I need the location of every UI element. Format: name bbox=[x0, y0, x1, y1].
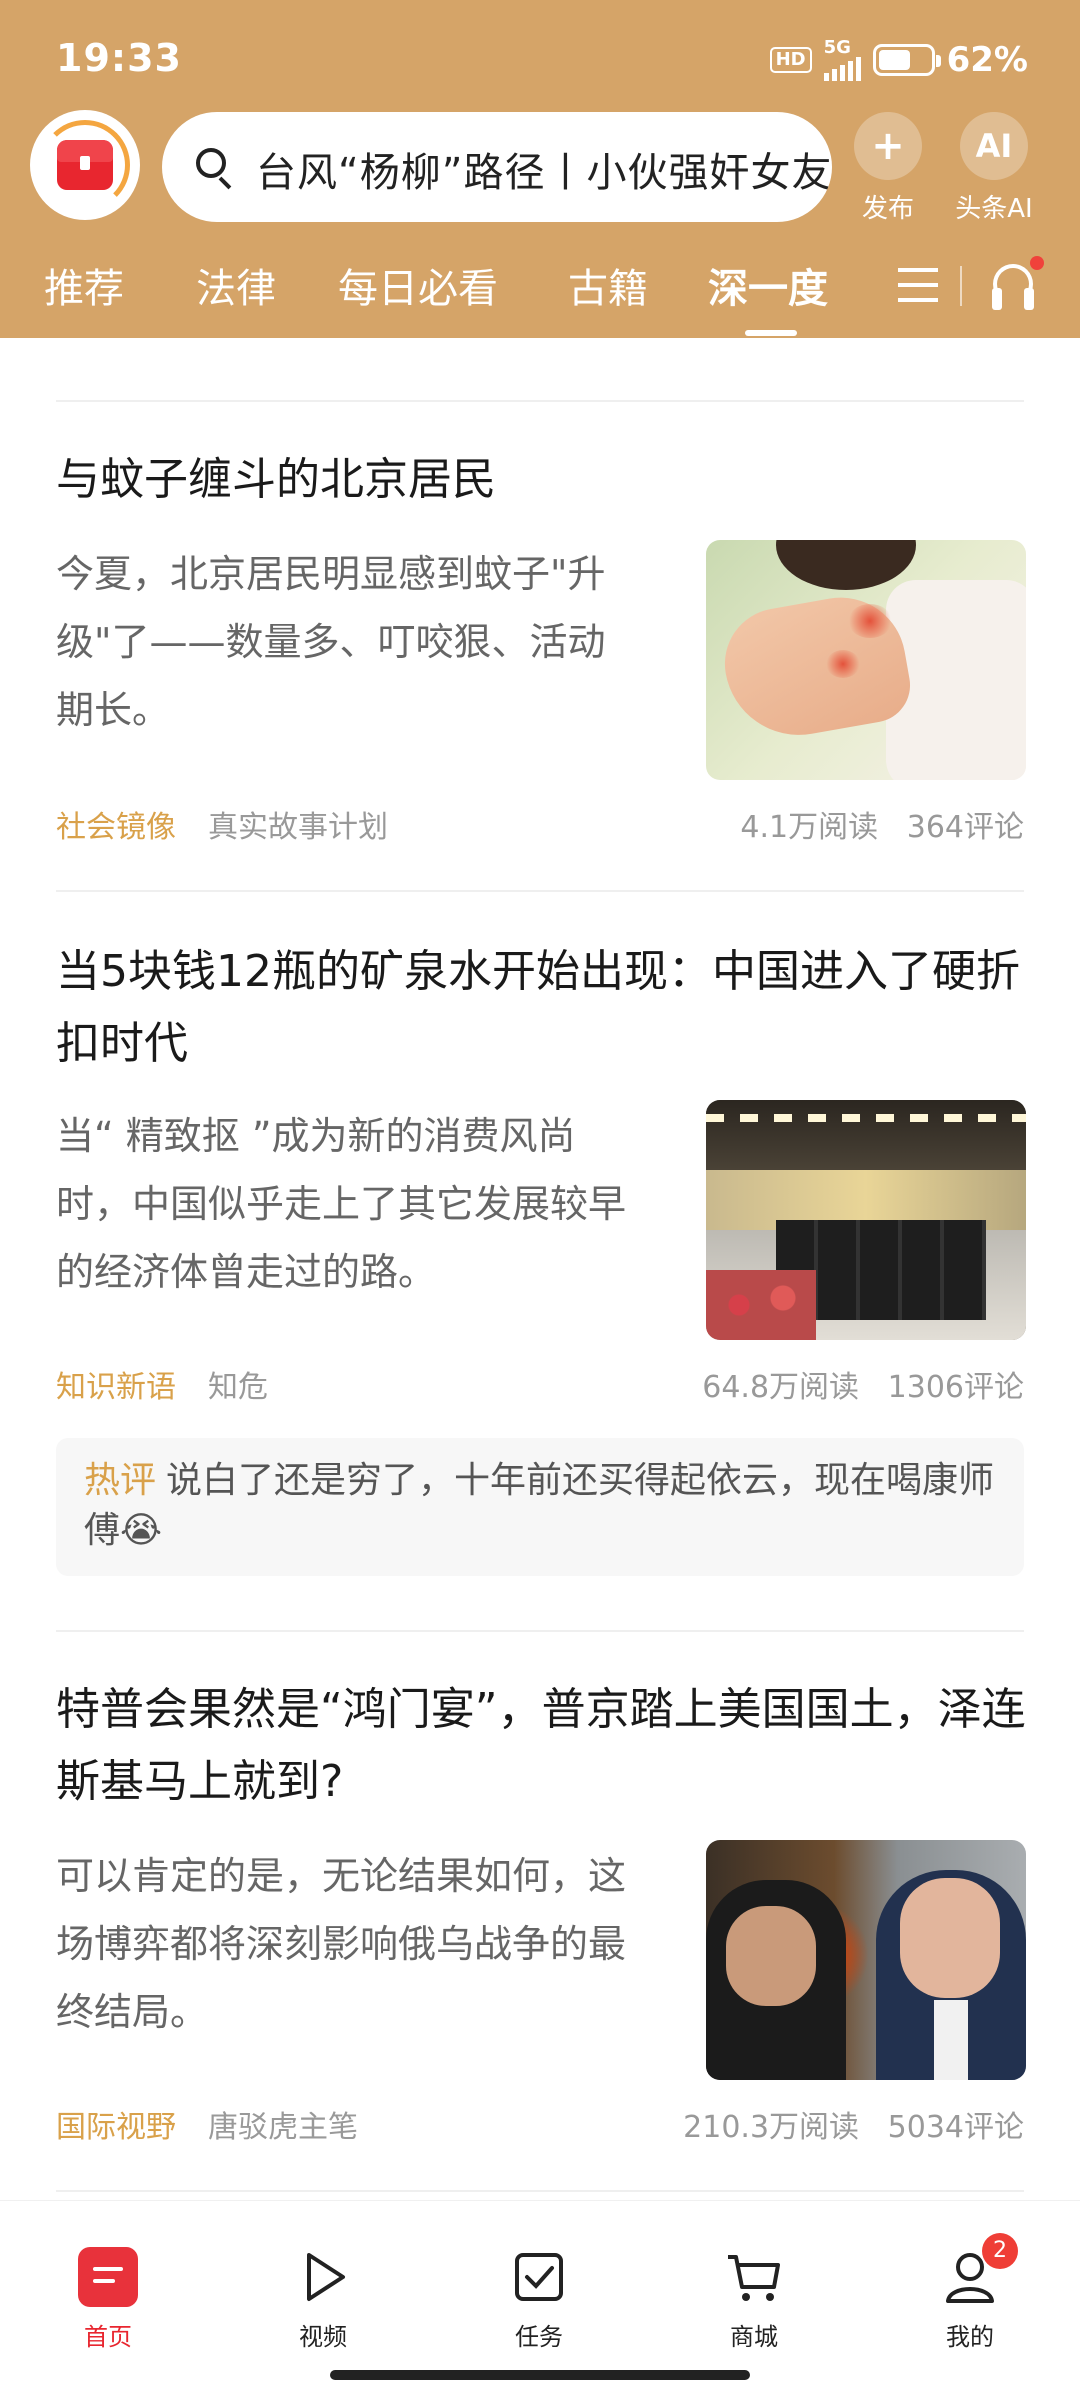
search-hint: 台风“杨柳”路径丨小伙强奸女友 bbox=[256, 150, 832, 196]
article-meta: 国际视野 唐驳虎主笔 210.3万阅读 5034评论 bbox=[56, 2102, 1024, 2145]
channel-tabs: 推荐 法律 每日必看 古籍 深一度 bbox=[0, 256, 1080, 338]
tab-classics[interactable]: 古籍 bbox=[568, 256, 648, 314]
article-author[interactable]: 知危 bbox=[208, 1362, 268, 1406]
article-title[interactable]: 与蚊子缠斗的北京居民 bbox=[56, 444, 1028, 516]
notification-dot bbox=[1030, 256, 1044, 270]
nav-home[interactable]: 首页 bbox=[48, 2247, 168, 2352]
article-summary: 当“ 精致抠 ”成为新的消费风尚时，中国似乎走上了其它发展较早的经济体曾走过的路… bbox=[56, 1114, 627, 1294]
notification-badge: 2 bbox=[982, 2233, 1018, 2269]
publish-button[interactable]: + 发布 bbox=[848, 112, 928, 225]
nav-me-label: 我的 bbox=[946, 2323, 994, 2351]
hd-icon: HD bbox=[769, 47, 812, 73]
home-indicator[interactable] bbox=[330, 2370, 750, 2380]
nav-home-label: 首页 bbox=[84, 2323, 132, 2351]
feed-divider bbox=[56, 890, 1024, 892]
ai-icon: AI bbox=[960, 112, 1028, 180]
publish-label: 发布 bbox=[861, 194, 914, 224]
article-author[interactable]: 唐驳虎主笔 bbox=[208, 2102, 358, 2146]
article-category[interactable]: 社会镜像 bbox=[56, 802, 176, 846]
cart-icon bbox=[724, 2247, 784, 2307]
article-stats: 210.3万阅读 5034评论 bbox=[683, 2110, 1024, 2145]
article-meta: 知识新语 知危 64.8万阅读 1306评论 bbox=[56, 1362, 1024, 1405]
hot-comment-text: 说白了还是穷了，十年前还买得起依云，现在喝康师傅😭 bbox=[84, 1460, 995, 1551]
article-thumbnail[interactable] bbox=[706, 540, 1026, 780]
previous-article-meta bbox=[56, 338, 1024, 348]
search-bar[interactable]: 台风“杨柳”路径丨小伙强奸女友 bbox=[162, 112, 832, 222]
task-check-icon bbox=[509, 2247, 569, 2307]
feed-divider bbox=[56, 1630, 1024, 1632]
tab-law[interactable]: 法律 bbox=[196, 256, 276, 314]
article-author[interactable]: 真实故事计划 bbox=[208, 802, 388, 846]
active-tab-indicator bbox=[745, 330, 797, 336]
battery-percent: 62% bbox=[946, 40, 1028, 80]
battery-icon bbox=[872, 44, 941, 76]
status-icons: HD 5G 62% bbox=[769, 37, 1028, 82]
article-category[interactable]: 知识新语 bbox=[56, 1362, 176, 1406]
article-stats: 4.1万阅读 364评论 bbox=[740, 810, 1024, 845]
hot-comment-tag: 热评 bbox=[84, 1460, 157, 1501]
home-icon bbox=[78, 2247, 138, 2307]
article-summary: 可以肯定的是，无论结果如何，这场博弈都将深刻影响俄乌战争的最终结局。 bbox=[56, 1854, 627, 2034]
profile-icon: 2 bbox=[940, 2233, 1018, 2307]
nav-video[interactable]: 视频 bbox=[263, 2247, 383, 2352]
tab-daily[interactable]: 每日必看 bbox=[338, 256, 498, 314]
app-logo-icon[interactable] bbox=[30, 110, 140, 220]
status-bar: 19:33 HD 5G 62% bbox=[0, 0, 1080, 110]
nav-me[interactable]: 2 我的 bbox=[910, 2233, 1030, 2352]
article-thumbnail[interactable] bbox=[706, 1100, 1026, 1340]
signal-icon: 5G bbox=[823, 37, 861, 81]
ai-label: 头条AI bbox=[955, 194, 1033, 224]
plus-icon: + bbox=[854, 112, 922, 180]
article-category[interactable]: 国际视野 bbox=[56, 2102, 176, 2146]
article-thumbnail[interactable] bbox=[706, 1840, 1026, 2080]
hot-comment[interactable]: 热评 说白了还是穷了，十年前还买得起依云，现在喝康师傅😭 bbox=[56, 1438, 1024, 1576]
feed-divider bbox=[56, 2190, 1024, 2192]
nav-mall[interactable]: 商城 bbox=[694, 2247, 814, 2352]
tab-divider bbox=[960, 266, 962, 306]
article-title[interactable]: 特普会果然是“鸿门宴”，普京踏上美国国土，泽连斯基马上就到? bbox=[56, 1674, 1028, 1818]
nav-tasks-label: 任务 bbox=[515, 2323, 563, 2351]
article-title[interactable]: 当5块钱12瓶的矿泉水开始出现：中国进入了硬折扣时代 bbox=[56, 936, 1028, 1080]
tab-in-depth[interactable]: 深一度 bbox=[708, 256, 828, 314]
play-icon bbox=[293, 2247, 353, 2307]
headphones-icon[interactable] bbox=[990, 256, 1044, 310]
article-summary: 今夏，北京居民明显感到蚊子"升级"了——数量多、叮咬狠、活动期长。 bbox=[56, 552, 606, 732]
network-type: 5G bbox=[823, 37, 851, 58]
channel-menu-icon[interactable] bbox=[898, 266, 942, 304]
status-time: 19:33 bbox=[56, 36, 182, 80]
nav-video-label: 视频 bbox=[299, 2323, 347, 2351]
search-icon bbox=[196, 148, 234, 190]
article-meta: 社会镜像 真实故事计划 4.1万阅读 364评论 bbox=[56, 802, 1024, 845]
tab-recommend[interactable]: 推荐 bbox=[44, 256, 124, 314]
nav-mall-label: 商城 bbox=[730, 2323, 778, 2351]
ai-button[interactable]: AI 头条AI bbox=[954, 112, 1034, 225]
feed-divider bbox=[56, 400, 1024, 402]
app-header: 19:33 HD 5G 62% 台风“杨柳”路径丨小伙强奸女友 + 发布 AI … bbox=[0, 0, 1080, 338]
nav-tasks[interactable]: 任务 bbox=[479, 2247, 599, 2352]
article-stats: 64.8万阅读 1306评论 bbox=[702, 1370, 1024, 1405]
